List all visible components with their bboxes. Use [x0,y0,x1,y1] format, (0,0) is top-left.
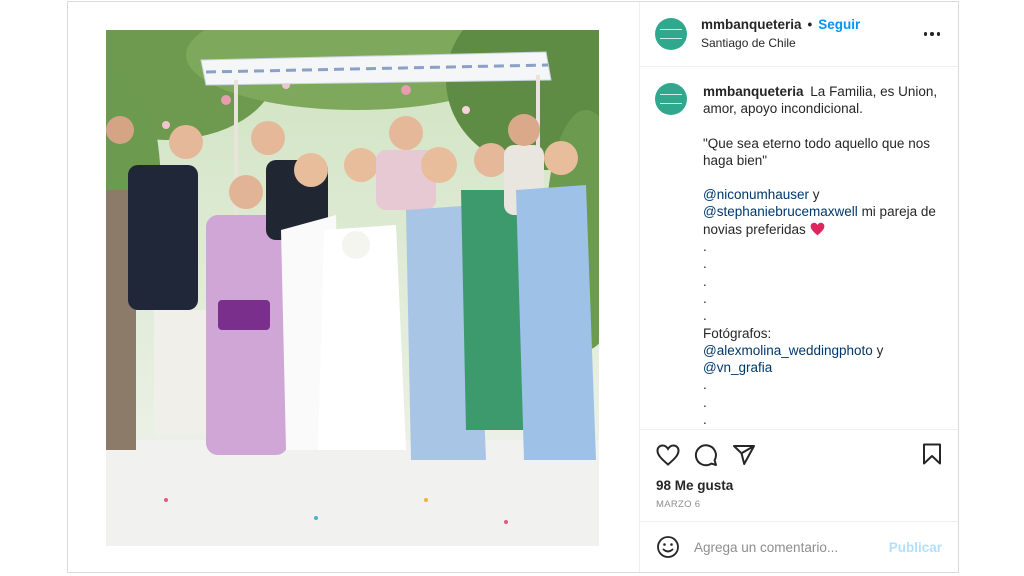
caption-dot-line: . [703,377,707,393]
separator-dot: • [807,17,813,32]
comment-bar: Agrega un comentario... Publicar [640,521,958,572]
post-sidebar: mmbanqueteria • Seguir Santiago de Chile… [640,2,958,572]
instagram-post: mmbanqueteria • Seguir Santiago de Chile… [67,1,959,573]
more-options-icon[interactable] [923,32,940,36]
mention-link[interactable]: @niconumhauser [703,187,809,202]
caption-username[interactable]: mmbanqueteria [703,84,804,99]
red-heart-emoji [810,222,824,236]
account-info: mmbanqueteria • Seguir Santiago de Chile [701,16,860,52]
follow-button[interactable]: Seguir [818,16,860,34]
post-caption: mmbanqueteria La Familia, es Union, amor… [640,67,958,430]
wedding-family-photo [106,30,599,546]
mention-link[interactable]: @alexmolina_weddingphoto [703,343,873,358]
caption-connector: y [812,187,820,203]
publish-button[interactable]: Publicar [889,540,942,555]
post-date: MARZO 6 [656,499,701,510]
caption-connector: y [876,342,884,358]
caption-dot-line: . [703,394,707,410]
caption-text: mmbanqueteria La Familia, es Union, amor… [703,83,942,429]
caption-dot-line: . [703,256,707,272]
post-header: mmbanqueteria • Seguir Santiago de Chile [640,2,958,67]
post-media-area [68,2,640,572]
heart-icon[interactable] [656,444,680,466]
mention-link[interactable]: @stephaniebrucemaxwell [703,204,858,219]
account-avatar[interactable] [655,18,687,50]
post-location[interactable]: Santiago de Chile [701,34,860,52]
account-username[interactable]: mmbanqueteria [701,16,802,34]
photographers-label: Fotógrafos: [703,325,772,341]
caption-quote: "Que sea eterno todo aquello que nos hag… [703,135,930,168]
share-icon[interactable] [732,444,756,466]
caption-dot-line: . [703,239,707,255]
mention-link[interactable]: @vn_grafia [703,359,942,376]
comment-icon[interactable] [694,443,718,467]
caption-dot-line: . [703,412,707,428]
caption-dot-line: . [703,308,707,324]
bookmark-icon[interactable] [922,443,942,470]
caption-dot-line: . [703,290,707,306]
post-actions [640,430,958,480]
emoji-icon[interactable] [656,535,680,559]
caption-dot-line: . [703,273,707,289]
comment-input[interactable]: Agrega un comentario... [694,540,889,555]
caption-avatar[interactable] [655,83,687,115]
likes-count[interactable]: 98 Me gusta [640,478,958,493]
post-photo[interactable] [106,30,599,546]
